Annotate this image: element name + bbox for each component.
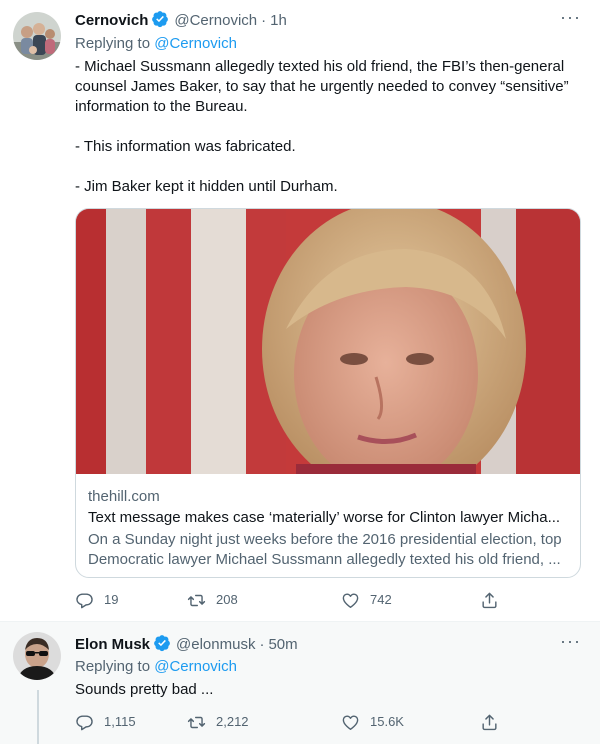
replying-prefix: Replying to <box>75 35 151 52</box>
share-button[interactable] <box>480 590 499 610</box>
more-dots-icon[interactable]: ··· <box>560 8 580 30</box>
tweet-time[interactable]: 1h <box>270 12 287 29</box>
card-domain: thehill.com <box>88 488 160 505</box>
reply-button[interactable]: 19 <box>75 590 118 610</box>
thread-connector <box>37 690 39 744</box>
like-button[interactable]: 15.6K <box>341 712 404 732</box>
retweet-icon <box>187 716 206 728</box>
card-image[interactable] <box>76 209 580 474</box>
header-separator: · <box>261 12 267 29</box>
tweet-paragraph: - Michael Sussmann allegedly texted his … <box>75 58 569 115</box>
verified-badge-icon <box>154 635 170 652</box>
heart-icon <box>342 592 359 608</box>
share-icon <box>482 592 497 608</box>
tweet-actions: 1,115 2,212 15.6K <box>75 712 505 732</box>
like-count: 742 <box>370 592 392 607</box>
verified-badge-icon <box>152 11 169 28</box>
share-button[interactable] <box>480 712 499 732</box>
reply-count: 19 <box>104 592 119 607</box>
replying-mention-link[interactable]: @Cernovich <box>154 35 237 52</box>
cernovich-avatar[interactable] <box>13 12 61 60</box>
link-preview-card[interactable]: thehill.com Text message makes case ‘mat… <box>75 208 581 578</box>
tweet-header: Cernovich @Cernovich · 1h <box>75 10 287 31</box>
card-title: Text message makes case ‘materially’ wor… <box>88 509 561 526</box>
tweet-header: Elon Musk @elonmusk · 50m <box>75 634 298 655</box>
retweet-button[interactable]: 208 <box>187 590 238 610</box>
article-photo-icon <box>76 209 580 474</box>
retweet-button[interactable]: 2,212 <box>187 712 249 732</box>
reply-count: 1,115 <box>104 714 136 729</box>
retweet-count: 2,212 <box>216 714 249 729</box>
tweet-text: Sounds pretty bad ... <box>75 680 580 700</box>
tweet-actions: 19 208 742 <box>75 590 505 610</box>
share-icon <box>482 714 497 730</box>
author-name[interactable]: Cernovich <box>75 12 148 29</box>
replying-to: Replying to @Cernovich <box>75 657 237 677</box>
retweet-count: 208 <box>216 592 238 607</box>
reply-button[interactable]: 1,115 <box>75 712 136 732</box>
tweet-cernovich[interactable]: Cernovich @Cernovich · 1h ··· Replying to @… <box>0 0 600 622</box>
card-text[interactable]: thehill.com Text message makes case ‘mat… <box>88 487 570 570</box>
replying-mention-link[interactable]: @Cernovich <box>154 658 237 675</box>
retweet-icon <box>187 594 206 606</box>
tweet-paragraph: - Jim Baker kept it hidden until Durham. <box>75 178 338 195</box>
reply-bubble-icon <box>76 592 93 608</box>
avatar-photo-icon <box>13 12 61 60</box>
heart-icon <box>342 714 359 730</box>
reply-bubble-icon <box>76 714 93 730</box>
tweet-elonmusk[interactable]: Elon Musk @elonmusk · 50m ··· Replying to @… <box>0 622 600 744</box>
author-name[interactable]: Elon Musk <box>75 636 150 653</box>
avatar-photo-icon <box>13 632 61 680</box>
replying-to: Replying to @Cernovich <box>75 34 237 54</box>
like-count: 15.6K <box>370 714 404 729</box>
elonmusk-avatar[interactable] <box>13 632 61 680</box>
like-button[interactable]: 742 <box>341 590 392 610</box>
replying-prefix: Replying to <box>75 658 151 675</box>
tweet-text: - Michael Sussmann allegedly texted his … <box>75 57 580 197</box>
tweet-paragraph: Sounds pretty bad ... <box>75 681 214 698</box>
author-handle[interactable]: @Cernovich <box>174 12 257 29</box>
tweet-paragraph: - This information was fabricated. <box>75 138 296 155</box>
more-dots-icon[interactable]: ··· <box>560 632 580 654</box>
card-description: On a Sunday night just weeks before the … <box>88 531 562 568</box>
author-handle[interactable]: @elonmusk <box>176 636 255 653</box>
header-separator: · <box>259 636 265 653</box>
tweet-time[interactable]: 50m <box>268 636 297 653</box>
